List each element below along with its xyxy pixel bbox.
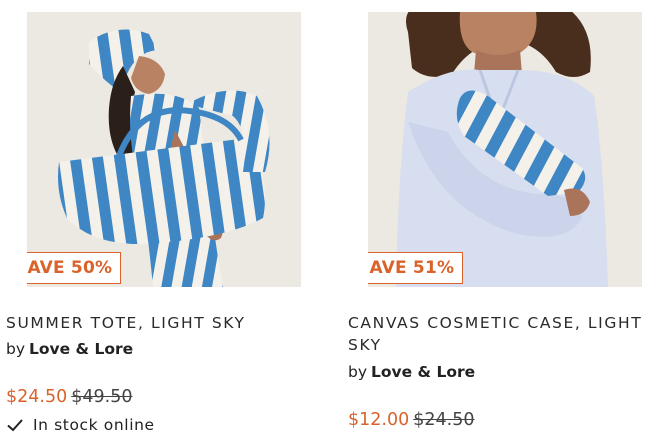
woman-with-striped-tote-photo: [27, 12, 301, 287]
product-image[interactable]: SAVE 50%: [27, 12, 301, 287]
brand-link[interactable]: Love & Lore: [29, 340, 133, 358]
original-price: $24.50: [413, 410, 475, 430]
stock-text: In stock online: [33, 416, 155, 432]
product-title[interactable]: SUMMER TOTE, LIGHT SKY: [6, 312, 318, 334]
discount-badge: SAVE 50%: [27, 252, 122, 284]
discount-badge: SAVE 51%: [368, 252, 464, 284]
by-label: by: [348, 363, 368, 381]
product-card[interactable]: SAVE 50% SUMMER TOTE, LIGHT SKY byLove &…: [6, 12, 301, 432]
checkmark-icon: [7, 419, 23, 432]
woman-holding-striped-case-photo: [368, 12, 642, 287]
product-image[interactable]: SAVE 51%: [368, 12, 642, 287]
stock-status: In stock online: [6, 416, 155, 432]
sale-price: $24.50: [6, 387, 68, 407]
by-label: by: [6, 340, 26, 358]
sale-price: $12.00: [348, 410, 410, 430]
original-price: $49.50: [71, 387, 133, 407]
price-row: $12.00 $24.50: [348, 410, 474, 430]
product-byline: by Love & Lore: [348, 363, 475, 381]
product-byline: by Love & Lore: [6, 340, 133, 358]
product-card[interactable]: SAVE 51% CANVAS COSMETIC CASE, LIGHT SKY…: [348, 12, 642, 430]
brand-link[interactable]: Love & Lore: [371, 363, 475, 381]
price-row: $24.50 $49.50: [6, 387, 132, 407]
product-title[interactable]: CANVAS COSMETIC CASE, LIGHT SKY: [348, 312, 660, 356]
